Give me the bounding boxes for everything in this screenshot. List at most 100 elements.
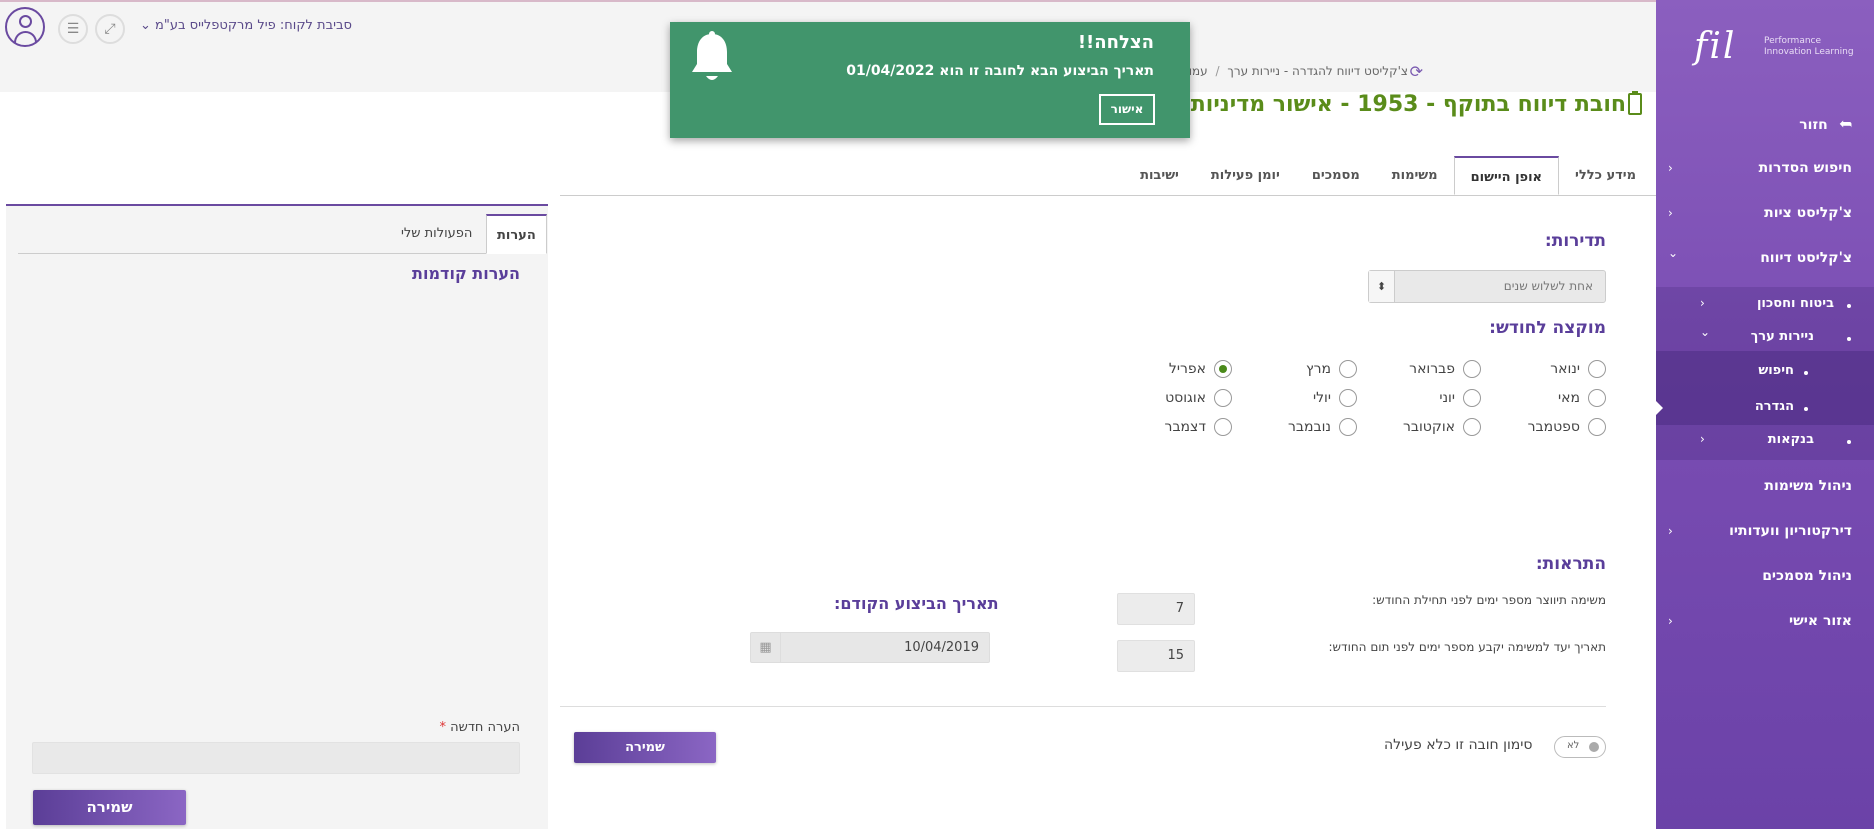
calendar-icon[interactable]: ▦ (751, 633, 781, 662)
logo-text: Performance Innovation Learning (1764, 36, 1864, 58)
comments-tabs: הערות הפעולות שלי (18, 214, 547, 254)
toggle-knob (1589, 742, 1599, 752)
sidebar-item-definition[interactable]: הגדרה (1755, 399, 1794, 414)
sidebar-item-back[interactable]: ➦ חזור (1799, 114, 1852, 133)
radio-button[interactable] (1463, 360, 1481, 378)
main-tabs: מידע כללי אופן היישום משימות מסמכים יומן… (1124, 156, 1652, 195)
sidebar-item-label: אזור אישי (1789, 613, 1852, 629)
month-label: אפריל (1168, 361, 1206, 377)
refresh-icon[interactable]: ⟳ (1410, 62, 1423, 81)
month-radio-april[interactable]: אפריל (1169, 359, 1232, 379)
month-radio-november[interactable]: נובמבר (1288, 417, 1357, 437)
previous-execution-date-label: תאריך הביצוע הקודם: (834, 594, 999, 613)
radio-button[interactable] (1339, 360, 1357, 378)
sidebar-item-reporting-checklist[interactable]: צ'קליסט דיווח (1760, 250, 1852, 266)
month-label: דצמבר (1164, 419, 1206, 435)
month-label: אוקטובר (1403, 419, 1455, 435)
month-radio-august[interactable]: אוגוסט (1165, 388, 1232, 408)
month-radio-december[interactable]: דצמבר (1165, 417, 1232, 437)
month-label: מאי (1558, 390, 1580, 406)
bullet-icon (1804, 407, 1808, 411)
month-label: ינואר (1550, 361, 1580, 377)
tab-activity-log[interactable]: יומן פעילות (1195, 156, 1296, 195)
sidebar-item-insurance-savings[interactable]: ביטוח וחסכון (1757, 296, 1834, 311)
company-logo[interactable]: fil Performance Innovation Learning (1694, 26, 1854, 76)
sidebar-item-label: דירקטוריון וועדותיו (1729, 523, 1852, 539)
alert-due-days-input[interactable]: 15 (1117, 640, 1195, 672)
month-label: נובמבר (1287, 419, 1331, 435)
save-button[interactable]: שמירה (574, 732, 716, 763)
breadcrumb-separator: / (1215, 64, 1220, 78)
clipboard-icon (1628, 91, 1642, 115)
sidebar-item-task-management[interactable]: ניהול משימות (1764, 478, 1852, 494)
month-radio-september[interactable]: ספטמבר (1528, 417, 1606, 437)
radio-button-checked[interactable] (1214, 360, 1232, 378)
save-comment-button[interactable]: שמירה (33, 790, 186, 825)
client-select-label: סביבת לקוח: פיל מרקטפלייס בע"מ (155, 18, 352, 33)
confirm-button[interactable]: אישור (1099, 94, 1155, 125)
logo-text-line: Performance (1764, 36, 1822, 46)
month-label: מרץ (1306, 361, 1331, 377)
sidebar-item-label: צ'קליסט ציות (1764, 205, 1852, 221)
breadcrumb-item-checklist[interactable]: צ'קליסט דיווח להגדרה - ניירות ערך (1227, 64, 1408, 78)
sidebar-item-securities[interactable]: ניירות ערך (1751, 329, 1814, 344)
fullscreen-icon[interactable]: ⤢ (95, 14, 125, 44)
sidebar-item-search[interactable]: חיפוש (1758, 363, 1794, 378)
tab-comments[interactable]: הערות (486, 214, 547, 254)
month-radio-june[interactable]: יוני (1439, 388, 1481, 408)
sidebar-item-label: צ'קליסט דיווח (1760, 250, 1852, 266)
new-comment-input[interactable] (32, 742, 520, 774)
tab-documents[interactable]: מסמכים (1296, 156, 1376, 195)
sidebar-item-document-management[interactable]: ניהול מסמכים (1762, 568, 1852, 584)
month-radio-october[interactable]: אוקטובר (1403, 417, 1481, 437)
tab-tasks[interactable]: משימות (1376, 156, 1454, 195)
radio-button[interactable] (1463, 418, 1481, 436)
chevron-down-icon: ⌄ (1668, 246, 1679, 260)
radio-button[interactable] (1588, 360, 1606, 378)
month-radio-january[interactable]: ינואר (1550, 359, 1606, 379)
alerts-title: התראות: (1535, 554, 1606, 574)
comments-panel: הערות הפעולות שלי הערות קודמות הערה חדשה… (6, 204, 548, 829)
radio-button[interactable] (1463, 389, 1481, 407)
sidebar-item-series-search[interactable]: חיפוש הסדרות (1759, 160, 1852, 176)
previous-execution-date-value: 10/04/2019 (904, 640, 979, 655)
sidebar-item-label: ניהול מסמכים (1762, 568, 1852, 584)
month-radio-july[interactable]: יולי (1313, 388, 1357, 408)
month-label: ספטמבר (1527, 419, 1580, 435)
sidebar: fil Performance Innovation Learning ➦ חז… (1655, 0, 1874, 829)
user-avatar-icon[interactable] (5, 7, 45, 47)
frequency-select[interactable]: אחת לשלוש שנים ⬍ (1368, 270, 1606, 303)
alert-due-days-label: תאריך יעד למשימה יקבע מספר ימים לפני תום… (1328, 640, 1606, 654)
radio-button[interactable] (1588, 418, 1606, 436)
sidebar-item-banking[interactable]: בנקאות (1768, 432, 1814, 447)
previous-execution-date-field[interactable]: 10/04/2019 ▦ (750, 632, 990, 663)
month-radio-february[interactable]: פברואר (1409, 359, 1481, 379)
previous-comments-title: הערות קודמות (412, 264, 520, 283)
month-label: אוגוסט (1165, 390, 1206, 406)
month-radio-may[interactable]: מאי (1558, 388, 1606, 408)
radio-button[interactable] (1214, 389, 1232, 407)
tab-my-actions[interactable]: הפעולות שלי (401, 214, 472, 254)
success-notification: הצלחה!! תאריך הביצוע הבא לחובה זו הוא 01… (670, 22, 1190, 138)
chevron-left-icon: › (1700, 296, 1705, 310)
menu-icon[interactable]: ☰ (58, 14, 88, 44)
client-environment-select[interactable]: סביבת לקוח: פיל מרקטפלייס בע"מ ⌄ (140, 18, 352, 33)
tab-meetings[interactable]: ישיבות (1124, 156, 1195, 195)
radio-button[interactable] (1339, 389, 1357, 407)
radio-button[interactable] (1214, 418, 1232, 436)
sidebar-item-board-committees[interactable]: דירקטוריון וועדותיו (1729, 523, 1852, 539)
tab-implementation[interactable]: אופן היישום (1453, 156, 1560, 195)
month-title: מוקצה לחודש: (1489, 318, 1606, 338)
sidebar-item-compliance-checklist[interactable]: צ'קליסט ציות (1764, 205, 1852, 221)
month-radio-march[interactable]: מרץ (1306, 359, 1357, 379)
sidebar-item-personal-area[interactable]: אזור אישי (1789, 613, 1852, 629)
alert-create-days-input[interactable]: 7 (1117, 593, 1195, 625)
form-divider (560, 706, 1606, 707)
bullet-icon (1847, 440, 1851, 444)
tab-general-info[interactable]: מידע כללי (1559, 156, 1652, 195)
sidebar-item-label: חזור (1799, 117, 1828, 133)
chevron-down-icon: ⌄ (140, 18, 151, 33)
radio-button[interactable] (1588, 389, 1606, 407)
radio-button[interactable] (1339, 418, 1357, 436)
inactive-toggle[interactable]: לא (1554, 736, 1606, 758)
